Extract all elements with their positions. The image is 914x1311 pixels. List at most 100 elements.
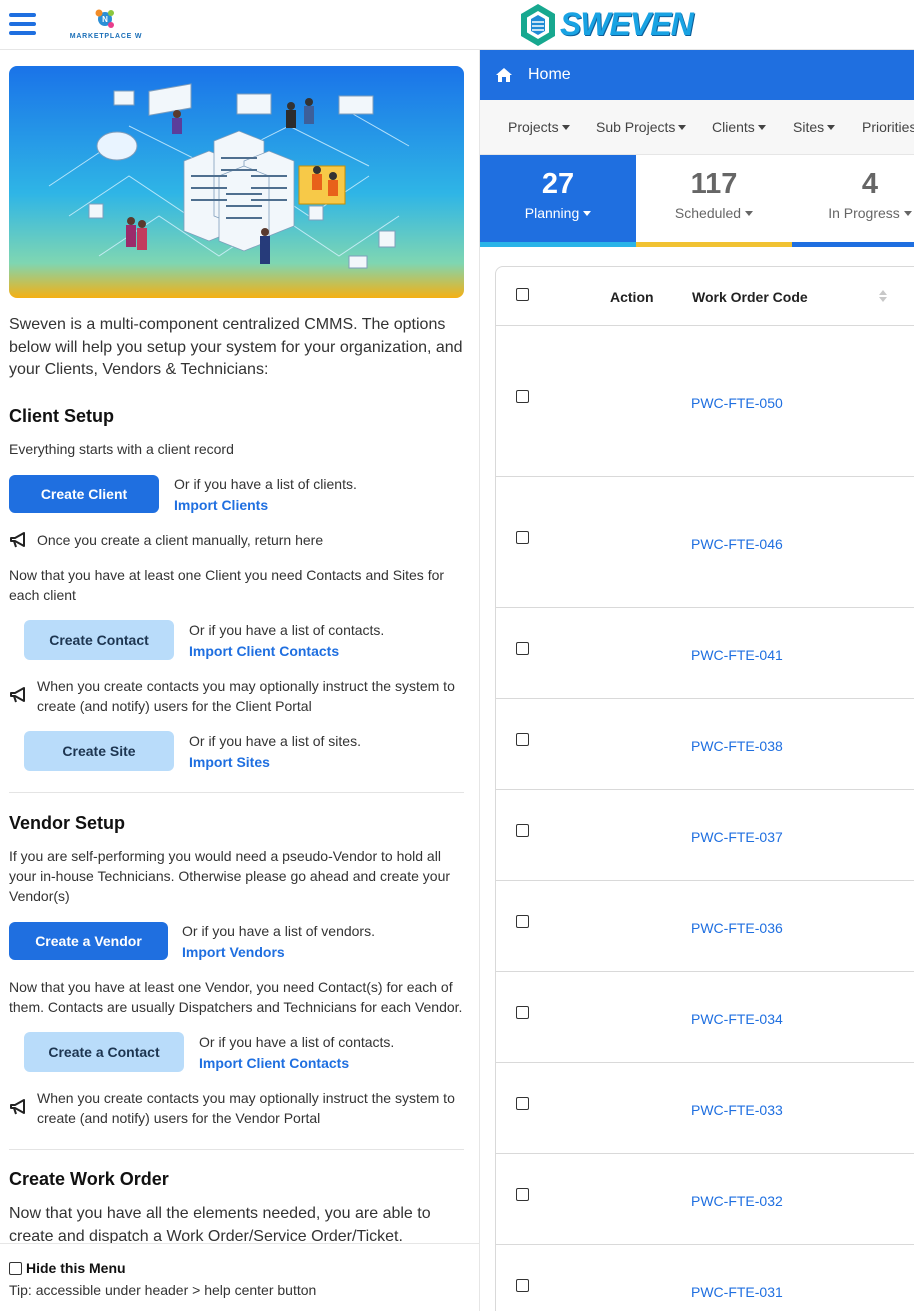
filter-projects-label: Projects	[508, 119, 559, 135]
work-order-code-link[interactable]: PWC-FTE-038	[691, 738, 783, 754]
hide-menu-toggle[interactable]: Hide this Menu	[9, 1260, 126, 1276]
section-divider	[9, 792, 464, 793]
scheduled-label: Scheduled	[674, 205, 742, 221]
work-order-code-link[interactable]: PWC-FTE-036	[691, 920, 783, 936]
row-checkbox[interactable]	[516, 824, 529, 837]
filter-sub-projects[interactable]: Sub Projects	[596, 119, 687, 135]
dashboard-panel: Home Projects Sub Projects Clients Sites…	[480, 50, 914, 1311]
row-checkbox[interactable]	[516, 642, 529, 655]
return-note: Once you create a client manually, retur…	[9, 530, 464, 550]
row-checkbox[interactable]	[516, 1279, 529, 1292]
intro-text: Sweven is a multi-component centralized …	[9, 316, 463, 378]
sweven-hexagon-icon	[521, 4, 555, 46]
client-alt-text: Or if you have a list of clients.	[174, 476, 357, 492]
hide-menu-checkbox[interactable]	[9, 1261, 22, 1275]
megaphone-icon	[10, 1099, 25, 1115]
filter-sub-projects-label: Sub Projects	[596, 119, 676, 135]
work-order-code-link[interactable]: PWC-FTE-050	[691, 395, 783, 411]
filter-priorities[interactable]: Priorities	[862, 119, 914, 135]
create-site-button[interactable]: Create Site	[24, 731, 174, 771]
table-row: PWC-FTE-046	[496, 477, 914, 608]
client-setup-title: Client Setup	[9, 406, 115, 426]
work-orders-table: Action Work Order Code PWC-FTE-050 PWC-FT…	[495, 266, 914, 1311]
table-row: PWC-FTE-033	[496, 1063, 914, 1154]
stat-scheduled[interactable]: 117 Scheduled	[636, 155, 792, 247]
filter-projects[interactable]: Projects	[508, 119, 570, 135]
import-vendor-contacts-link[interactable]: Import Client Contacts	[199, 1053, 394, 1074]
hamburger-menu-icon[interactable]	[9, 13, 36, 35]
stat-planning[interactable]: 27 Planning	[480, 155, 636, 247]
create-client-button[interactable]: Create Client	[9, 475, 159, 513]
create-vendor-button[interactable]: Create a Vendor	[9, 922, 168, 960]
caret-down-icon	[561, 125, 570, 130]
client-portal-note-text: When you create contacts you may optiona…	[37, 678, 455, 714]
import-sites-link[interactable]: Import Sites	[189, 752, 361, 773]
table-row: PWC-FTE-031	[496, 1245, 914, 1311]
work-order-code-link[interactable]: PWC-FTE-041	[691, 647, 783, 663]
home-icon	[496, 68, 512, 82]
work-order-text: Now that you have all the elements neede…	[9, 1205, 431, 1243]
table-row: PWC-FTE-032	[496, 1154, 914, 1245]
sweven-logo[interactable]: SWEVEN	[518, 2, 694, 48]
hide-menu-label: Hide this Menu	[26, 1260, 126, 1276]
import-client-contacts-link[interactable]: Import Client Contacts	[189, 641, 384, 662]
row-checkbox[interactable]	[516, 1006, 529, 1019]
marketplace-logo[interactable]: N MARKETPLACE W	[68, 8, 144, 44]
help-tip: Tip: accessible under header > help cent…	[9, 1282, 317, 1298]
row-checkbox[interactable]	[516, 531, 529, 544]
create-vendor-contact-button[interactable]: Create a Contact	[24, 1032, 184, 1072]
col-work-order-code[interactable]: Work Order Code	[692, 289, 808, 305]
setup-menu-footer: Hide this Menu Tip: accessible under hea…	[0, 1243, 480, 1311]
import-client-contacts-block: Or if you have a list of contacts. Impor…	[189, 620, 384, 662]
create-contact-button[interactable]: Create Contact	[24, 620, 174, 660]
setup-guide-panel: Sweven is a multi-component centralized …	[0, 50, 480, 1243]
in-progress-label: In Progress	[828, 205, 900, 221]
import-clients-link[interactable]: Import Clients	[174, 495, 357, 516]
row-checkbox[interactable]	[516, 390, 529, 403]
table-row: PWC-FTE-037	[496, 790, 914, 881]
contacts-sites-text: Now that you have at least one Client yo…	[9, 567, 445, 603]
col-action: Action	[610, 289, 654, 305]
home-label: Home	[528, 66, 571, 83]
select-all-checkbox[interactable]	[516, 288, 529, 301]
sort-icon[interactable]	[878, 289, 888, 303]
table-header: Action Work Order Code	[496, 267, 914, 326]
client-setup-subtitle: Everything starts with a client record	[9, 441, 234, 457]
row-checkbox[interactable]	[516, 1188, 529, 1201]
row-checkbox[interactable]	[516, 1097, 529, 1110]
vendor-contact-alt-text: Or if you have a list of contacts.	[199, 1034, 395, 1050]
work-order-code-link[interactable]: PWC-FTE-046	[691, 536, 783, 552]
caret-down-icon	[745, 211, 754, 216]
hero-illustration	[9, 66, 464, 298]
vendor-portal-note: When you create contacts you may optiona…	[9, 1088, 464, 1128]
import-vendors-block: Or if you have a list of vendors. Import…	[182, 921, 375, 963]
import-clients-block: Or if you have a list of clients. Import…	[174, 474, 357, 516]
vendor-alt-text: Or if you have a list of vendors.	[182, 923, 375, 939]
work-order-code-link[interactable]: PWC-FTE-032	[691, 1193, 783, 1209]
import-sites-block: Or if you have a list of sites. Import S…	[189, 731, 361, 773]
client-portal-note: When you create contacts you may optiona…	[9, 676, 464, 716]
filter-sites[interactable]: Sites	[793, 119, 836, 135]
section-divider	[9, 1149, 464, 1150]
home-breadcrumb[interactable]: Home	[480, 50, 914, 100]
work-order-code-link[interactable]: PWC-FTE-031	[691, 1284, 783, 1300]
vendor-setup-subtitle: If you are self-performing you would nee…	[9, 848, 451, 904]
row-checkbox[interactable]	[516, 915, 529, 928]
row-checkbox[interactable]	[516, 733, 529, 746]
table-row: PWC-FTE-038	[496, 699, 914, 790]
work-order-code-link[interactable]: PWC-FTE-034	[691, 1011, 783, 1027]
megaphone-icon	[10, 687, 25, 703]
work-order-code-link[interactable]: PWC-FTE-037	[691, 829, 783, 845]
scheduled-count: 117	[690, 168, 738, 200]
caret-down-icon	[757, 125, 766, 130]
filter-clients[interactable]: Clients	[712, 119, 766, 135]
work-order-code-link[interactable]: PWC-FTE-033	[691, 1102, 783, 1118]
filter-bar: Projects Sub Projects Clients Sites Prio…	[480, 100, 914, 155]
table-row: PWC-FTE-036	[496, 881, 914, 972]
brand-name: SWEVEN	[560, 6, 694, 42]
import-vendors-link[interactable]: Import Vendors	[182, 942, 375, 963]
marketplace-label: MARKETPLACE W	[69, 33, 143, 40]
filter-priorities-label: Priorities	[862, 119, 914, 135]
stat-in-progress[interactable]: 4 In Progress	[792, 155, 914, 247]
svg-text:N: N	[102, 15, 108, 24]
